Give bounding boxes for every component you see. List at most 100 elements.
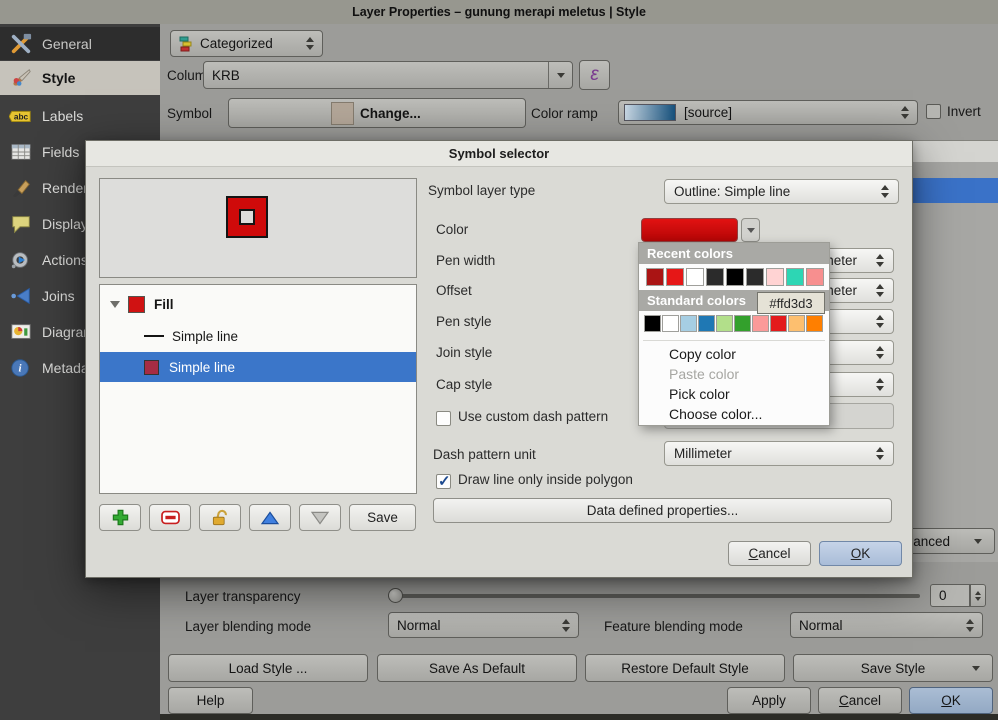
sidebar-item-label: Style <box>42 70 75 86</box>
standard-color-swatch[interactable] <box>752 315 769 332</box>
standard-color-swatch[interactable] <box>770 315 787 332</box>
spinner-icon <box>876 284 884 297</box>
sidebar-item-labels[interactable]: abc Labels <box>0 100 160 131</box>
data-defined-properties-button[interactable]: Data defined properties... <box>433 498 892 523</box>
layer-blending-label: Layer blending mode <box>185 615 311 637</box>
color-ramp-dropdown[interactable]: [source] <box>618 100 918 125</box>
invert-checkbox[interactable] <box>926 104 941 119</box>
window-title: Layer Properties – gunung merapi meletus… <box>352 5 646 19</box>
data-defined-label: Data defined properties... <box>587 503 739 518</box>
feature-blending-dropdown[interactable]: Normal <box>790 612 983 638</box>
tree-row-simple-line-1[interactable]: Simple line <box>100 325 416 347</box>
expander-icon[interactable] <box>110 301 120 308</box>
main-cancel-button[interactable]: Cancel <box>818 687 902 714</box>
color-dropdown-button[interactable] <box>741 218 760 242</box>
menu-item-copy-color[interactable]: Copy color <box>639 344 829 364</box>
spinner-icon <box>966 619 974 632</box>
tree-row-fill[interactable]: Fill <box>100 293 416 315</box>
draw-inside-checkbox[interactable] <box>436 474 451 489</box>
standard-color-swatch[interactable] <box>788 315 805 332</box>
color-ramp-value: [source] <box>684 105 732 120</box>
dash-unit-value: Millimeter <box>674 446 732 461</box>
spinner-icon <box>876 254 884 267</box>
recent-color-swatch[interactable] <box>666 268 684 286</box>
standard-color-swatch[interactable] <box>644 315 661 332</box>
spinner-icon <box>881 185 889 198</box>
copy-color-label: Copy color <box>669 346 736 362</box>
recent-color-swatch[interactable] <box>726 268 744 286</box>
dropdown-arrow-icon <box>548 62 572 88</box>
menu-item-pick-color[interactable]: Pick color <box>639 384 829 404</box>
expression-builder-button[interactable]: ε <box>579 60 610 90</box>
standard-color-swatch[interactable] <box>734 315 751 332</box>
dropdown-arrow-icon <box>747 228 755 233</box>
load-style-button[interactable]: Load Style ... <box>168 654 368 682</box>
pick-color-label: Pick color <box>669 386 730 402</box>
tree-row-simple-line-2[interactable]: Simple line <box>100 352 416 382</box>
feature-blending-value: Normal <box>799 618 843 633</box>
standard-color-swatch[interactable] <box>806 315 823 332</box>
help-button[interactable]: Help <box>168 687 253 714</box>
layer-blending-dropdown[interactable]: Normal <box>388 612 579 638</box>
symbol-layer-type-value: Outline: Simple line <box>674 184 790 199</box>
transparency-slider-track[interactable] <box>388 594 920 598</box>
symbol-change-button[interactable]: Change... <box>228 98 526 128</box>
abc-tag-icon: abc <box>8 104 34 128</box>
standard-color-swatch[interactable] <box>698 315 715 332</box>
renderer-type-dropdown[interactable]: Categorized <box>170 30 323 57</box>
recent-color-swatch[interactable] <box>746 268 764 286</box>
standard-color-swatch[interactable] <box>716 315 733 332</box>
standard-color-swatch[interactable] <box>662 315 679 332</box>
main-ok-label: OK <box>941 693 961 708</box>
save-style-button[interactable]: Save Style <box>793 654 993 682</box>
sidebar-item-style[interactable]: Style <box>0 61 160 95</box>
dash-unit-dropdown[interactable]: Millimeter <box>664 441 894 466</box>
apply-button[interactable]: Apply <box>727 687 811 714</box>
fill-swatch <box>128 296 145 313</box>
recent-color-swatch[interactable] <box>686 268 704 286</box>
recent-color-swatch[interactable] <box>706 268 724 286</box>
recent-color-swatch[interactable] <box>806 268 824 286</box>
menu-item-paste-color[interactable]: Paste color <box>639 364 829 384</box>
custom-dash-checkbox[interactable] <box>436 411 451 426</box>
classes-header-fragment <box>913 140 998 162</box>
svg-text:abc: abc <box>14 111 29 121</box>
column-dropdown[interactable]: KRB <box>203 61 573 89</box>
color-dropdown-menu: Recent colors Standard colors Copy color… <box>638 242 830 426</box>
line-color-button[interactable] <box>641 218 738 242</box>
tools-icon <box>8 32 34 56</box>
recent-color-swatch[interactable] <box>786 268 804 286</box>
dialog-ok-button[interactable]: OK <box>819 541 902 566</box>
recent-color-swatch[interactable] <box>766 268 784 286</box>
symbol-selector-title: Symbol selector <box>449 146 549 161</box>
restore-default-style-button[interactable]: Restore Default Style <box>585 654 785 682</box>
remove-layer-button[interactable] <box>149 504 191 531</box>
standard-color-swatch[interactable] <box>680 315 697 332</box>
categorized-icon <box>179 36 193 52</box>
save-as-default-button[interactable]: Save As Default <box>377 654 577 682</box>
save-as-default-label: Save As Default <box>429 661 525 676</box>
symbol-selector-titlebar[interactable]: Symbol selector <box>86 141 912 167</box>
add-layer-button[interactable] <box>99 504 141 531</box>
save-symbol-button[interactable]: Save <box>349 504 416 531</box>
move-down-button[interactable] <box>299 504 341 531</box>
lock-layer-button[interactable] <box>199 504 241 531</box>
window-titlebar[interactable]: Layer Properties – gunung merapi meletus… <box>0 0 998 24</box>
invert-label: Invert <box>947 99 981 124</box>
transparency-spinbox[interactable]: 0 <box>930 584 970 607</box>
transparency-slider-handle[interactable] <box>388 588 403 603</box>
color-tooltip-value: #ffd3d3 <box>769 296 812 311</box>
move-up-button[interactable] <box>249 504 291 531</box>
sidebar-item-general[interactable]: General <box>0 27 160 60</box>
layer-blending-value: Normal <box>397 618 441 633</box>
bottom-strip <box>160 714 998 720</box>
recent-color-swatch[interactable] <box>646 268 664 286</box>
dialog-cancel-button[interactable]: Cancel <box>728 541 811 566</box>
apply-label: Apply <box>752 693 786 708</box>
symbol-layer-type-dropdown[interactable]: Outline: Simple line <box>664 179 899 204</box>
transparency-spinner[interactable] <box>970 584 986 607</box>
main-ok-button[interactable]: OK <box>909 687 993 714</box>
menu-item-choose-color[interactable]: Choose color... <box>639 404 829 424</box>
info-icon: i <box>8 356 34 380</box>
color-ramp-swatch <box>624 104 676 121</box>
